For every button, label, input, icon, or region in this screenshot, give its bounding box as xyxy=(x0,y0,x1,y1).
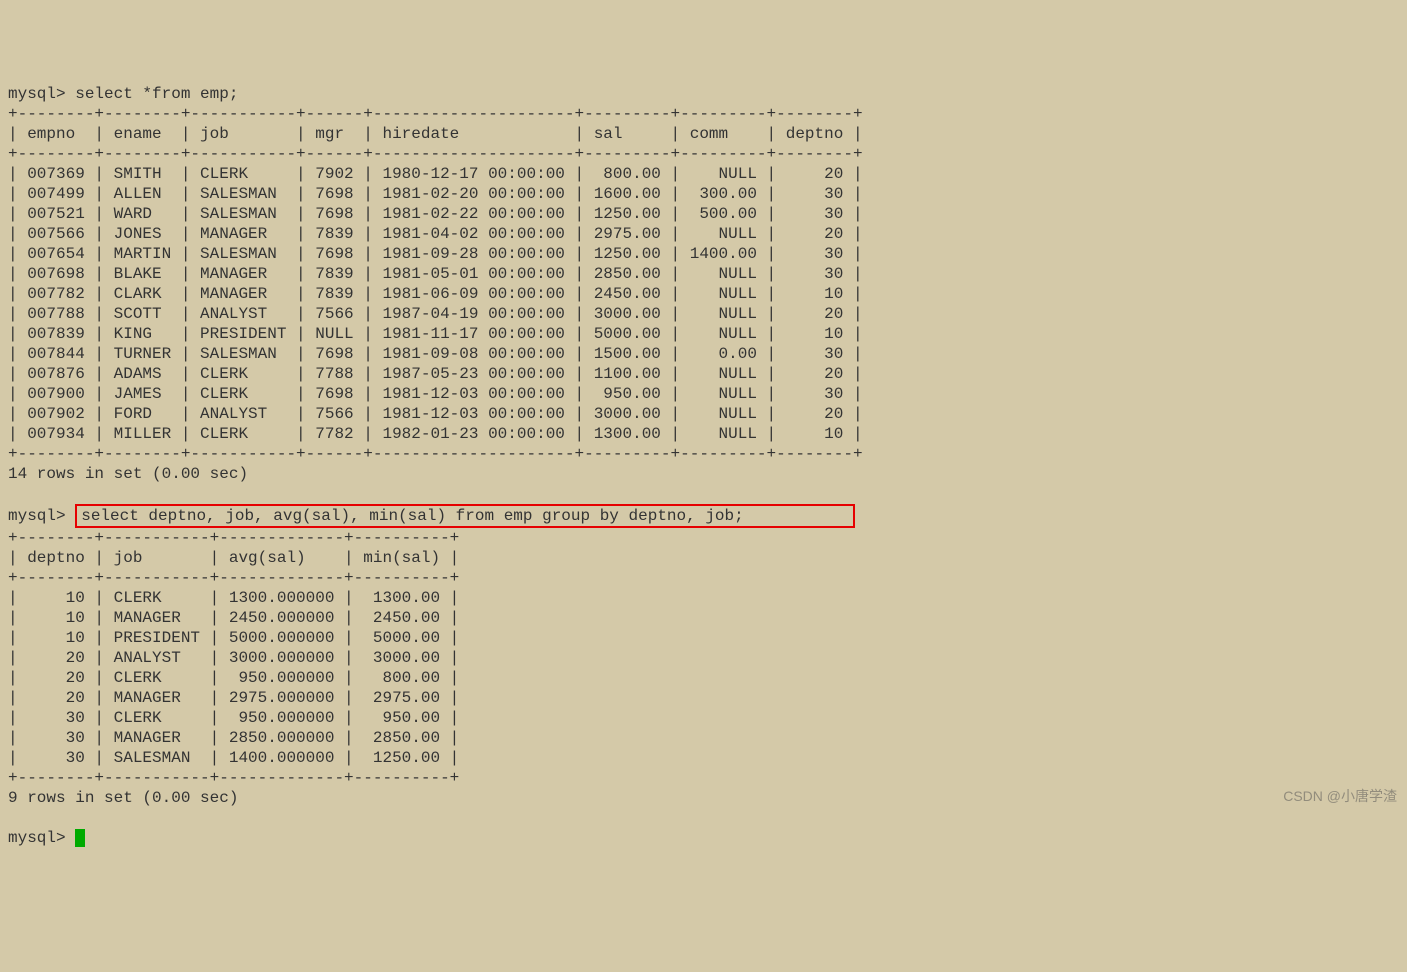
table1-row: | 007369 | SMITH | CLERK | 7902 | 1980-1… xyxy=(8,165,863,183)
table2-row: | 20 | MANAGER | 2975.000000 | 2975.00 | xyxy=(8,689,459,707)
table2-border-bot: +--------+-----------+-------------+----… xyxy=(8,769,459,787)
table1-row: | 007876 | ADAMS | CLERK | 7788 | 1987-0… xyxy=(8,365,863,383)
table1-row: | 007844 | TURNER | SALESMAN | 7698 | 19… xyxy=(8,345,863,363)
table1-row: | 007902 | FORD | ANALYST | 7566 | 1981-… xyxy=(8,405,863,423)
table1-row: | 007698 | BLAKE | MANAGER | 7839 | 1981… xyxy=(8,265,863,283)
table1-border-mid: +--------+--------+-----------+------+--… xyxy=(8,145,863,163)
table2-row: | 10 | MANAGER | 2450.000000 | 2450.00 | xyxy=(8,609,459,627)
table1-row: | 007788 | SCOTT | ANALYST | 7566 | 1987… xyxy=(8,305,863,323)
table2-row: | 30 | SALESMAN | 1400.000000 | 1250.00 … xyxy=(8,749,459,767)
table2-row: | 20 | ANALYST | 3000.000000 | 3000.00 | xyxy=(8,649,459,667)
highlighted-query-box: select deptno, job, avg(sal), min(sal) f… xyxy=(75,504,855,528)
mysql-prompt-3: mysql> xyxy=(8,829,66,847)
table1-row: | 007654 | MARTIN | SALESMAN | 7698 | 19… xyxy=(8,245,863,263)
table2-row: | 20 | CLERK | 950.000000 | 800.00 | xyxy=(8,669,459,687)
mysql-prompt-2: mysql> xyxy=(8,507,66,525)
table2-summary: 9 rows in set (0.00 sec) xyxy=(8,789,238,807)
table2-row: | 30 | CLERK | 950.000000 | 950.00 | xyxy=(8,709,459,727)
table2-row: | 30 | MANAGER | 2850.000000 | 2850.00 | xyxy=(8,729,459,747)
table1-row: | 007499 | ALLEN | SALESMAN | 7698 | 198… xyxy=(8,185,863,203)
query-1: select *from emp; xyxy=(75,85,238,103)
watermark: CSDN @小唐学渣 xyxy=(1283,788,1397,806)
query-2: select deptno, job, avg(sal), min(sal) f… xyxy=(81,507,744,525)
table1-summary: 14 rows in set (0.00 sec) xyxy=(8,465,248,483)
table1-row: | 007839 | KING | PRESIDENT | NULL | 198… xyxy=(8,325,863,343)
table2-row: | 10 | CLERK | 1300.000000 | 1300.00 | xyxy=(8,589,459,607)
table1-row: | 007521 | WARD | SALESMAN | 7698 | 1981… xyxy=(8,205,863,223)
table2-border-mid: +--------+-----------+-------------+----… xyxy=(8,569,459,587)
table2-row: | 10 | PRESIDENT | 5000.000000 | 5000.00… xyxy=(8,629,459,647)
table1-row: | 007934 | MILLER | CLERK | 7782 | 1982-… xyxy=(8,425,863,443)
table1-header: | empno | ename | job | mgr | hiredate |… xyxy=(8,125,863,143)
mysql-prompt-1: mysql> xyxy=(8,85,66,103)
table1-row: | 007782 | CLARK | MANAGER | 7839 | 1981… xyxy=(8,285,863,303)
table2-border-top: +--------+-----------+-------------+----… xyxy=(8,529,459,547)
terminal-cursor[interactable] xyxy=(75,829,85,847)
table1-row: | 007566 | JONES | MANAGER | 7839 | 1981… xyxy=(8,225,863,243)
table1-border-bot: +--------+--------+-----------+------+--… xyxy=(8,445,863,463)
table2-header: | deptno | job | avg(sal) | min(sal) | xyxy=(8,549,459,567)
table1-row: | 007900 | JAMES | CLERK | 7698 | 1981-1… xyxy=(8,385,863,403)
table1-border-top: +--------+--------+-----------+------+--… xyxy=(8,105,863,123)
